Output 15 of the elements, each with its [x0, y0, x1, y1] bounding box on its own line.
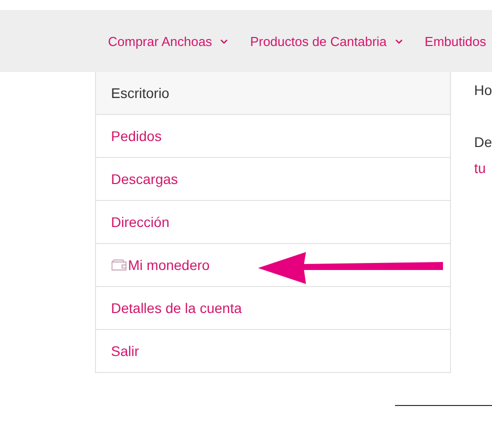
- nav-link[interactable]: Comprar Anchoas: [108, 34, 228, 48]
- content-text: De: [474, 133, 492, 152]
- wallet-icon: [111, 259, 127, 271]
- content-text: Ho: [474, 81, 492, 100]
- caret-icon: [394, 38, 403, 44]
- menu-item[interactable]: Detalles de la cuenta: [96, 286, 450, 329]
- menu-item[interactable]: Pedidos: [96, 114, 450, 157]
- menu-item[interactable]: Escritorio: [96, 72, 450, 114]
- caret-icon: [220, 38, 228, 44]
- content-link[interactable]: tu: [474, 155, 492, 181]
- nav-link[interactable]: Embutidos: [424, 34, 486, 48]
- nav-link[interactable]: Productos de Cantabria: [250, 34, 403, 48]
- menu-item[interactable]: Descargas: [96, 157, 450, 200]
- menu-item[interactable]: Salir: [96, 329, 450, 372]
- menu-item[interactable]: Dirección: [96, 200, 450, 243]
